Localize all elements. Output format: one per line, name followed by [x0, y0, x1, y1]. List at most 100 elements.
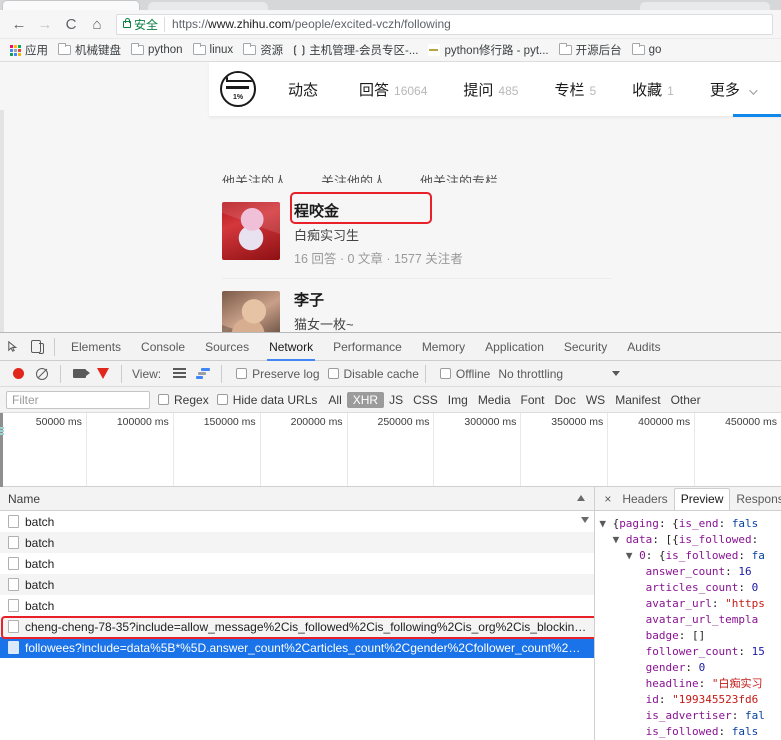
- tab-preview[interactable]: Preview: [673, 487, 731, 510]
- document-icon: [8, 557, 19, 570]
- bookmark-apps[interactable]: 应用: [5, 42, 53, 58]
- address-bar[interactable]: 安全 https://www.zhihu.com/people/excited-…: [116, 13, 773, 35]
- filter-type-manifest[interactable]: Manifest: [610, 393, 665, 407]
- json-line[interactable]: ▼ {paging: {is_end: fals: [599, 516, 781, 532]
- list-item[interactable]: 程咬金 白痴实习生 16 回答 · 0 文章 · 1577 关注者: [222, 190, 612, 268]
- subnav-item-followers[interactable]: 关注他的人: [321, 174, 386, 183]
- avatar[interactable]: [222, 291, 280, 332]
- table-row[interactable]: batch: [0, 553, 594, 574]
- checkbox-icon: [216, 394, 228, 405]
- browser-tab-active[interactable]: [2, 0, 140, 10]
- filter-button[interactable]: [91, 362, 115, 386]
- filter-type-doc[interactable]: Doc: [550, 393, 581, 407]
- table-row[interactable]: batch: [0, 595, 594, 616]
- tab-response[interactable]: Response: [730, 490, 781, 508]
- network-timeline-overview[interactable]: 50000 ms 100000 ms 150000 ms 200000 ms 2…: [0, 413, 781, 487]
- list-view-button[interactable]: [167, 362, 191, 386]
- user-name[interactable]: 程咬金: [294, 202, 463, 222]
- json-preview-tree[interactable]: ▼ {paging: {is_end: fals ▼ data: [{is_fo…: [595, 511, 781, 740]
- offline-checkbox[interactable]: Offline: [439, 367, 490, 381]
- reload-icon[interactable]: C: [58, 11, 84, 37]
- inspect-element-icon[interactable]: [0, 335, 24, 359]
- expand-triangle-icon[interactable]: ▼: [626, 549, 633, 562]
- forward-icon[interactable]: →: [32, 11, 58, 37]
- bookmark-folder-keyboard[interactable]: 机械键盘: [53, 42, 126, 58]
- tab-columns[interactable]: 专栏 5: [536, 79, 614, 100]
- user-name[interactable]: 李子: [294, 291, 455, 311]
- avatar[interactable]: [222, 202, 280, 260]
- waterfall-view-button[interactable]: [191, 362, 215, 386]
- bookmark-folder-opensource[interactable]: 开源后台: [554, 42, 627, 58]
- document-icon: [8, 578, 19, 591]
- filter-type-all[interactable]: All: [323, 393, 346, 407]
- back-icon[interactable]: ←: [6, 11, 32, 37]
- filter-type-xhr[interactable]: XHR: [346, 391, 385, 408]
- table-row-selected[interactable]: followees?include=data%5B*%5D.answer_cou…: [0, 637, 595, 658]
- tick-label: 200000 ms: [290, 416, 343, 428]
- chevron-down-icon[interactable]: [612, 371, 620, 376]
- tab-more[interactable]: 更多: [692, 79, 765, 100]
- record-button[interactable]: [6, 362, 30, 386]
- tab-answers[interactable]: 回答 16064: [341, 79, 445, 100]
- bookmark-folder-python[interactable]: python: [126, 43, 188, 56]
- expand-triangle-icon[interactable]: ▼: [599, 517, 606, 530]
- filter-type-ws[interactable]: WS: [581, 393, 610, 407]
- tab-performance[interactable]: Performance: [323, 333, 412, 361]
- subnav-item-followees[interactable]: 他关注的人: [222, 174, 287, 183]
- json-line[interactable]: ▼ 0: {is_followed: fa: [599, 548, 781, 564]
- bookmark-folder-go[interactable]: go: [627, 43, 667, 56]
- filter-input[interactable]: Filter: [6, 390, 150, 409]
- sort-ascending-icon[interactable]: [577, 495, 586, 501]
- filter-type-css[interactable]: CSS: [408, 393, 443, 407]
- bookmark-folder-linux[interactable]: linux: [188, 43, 239, 56]
- zhihu-logo-avatar[interactable]: 1%: [220, 71, 256, 107]
- tab-audits[interactable]: Audits: [617, 333, 670, 361]
- toggle-device-toolbar-icon[interactable]: [24, 335, 48, 359]
- tab-headers[interactable]: Headers: [616, 490, 673, 508]
- expand-triangle-icon[interactable]: ▼: [613, 533, 620, 546]
- bookmark-folder-resources[interactable]: 资源: [238, 42, 288, 58]
- tab-questions[interactable]: 提问 485: [445, 79, 536, 100]
- tab-application[interactable]: Application: [475, 333, 554, 361]
- list-item[interactable]: 李子 猫女一枚~ 11 回答 · 0 文章 · 283 关注者: [222, 278, 612, 332]
- tab-elements[interactable]: Elements: [61, 333, 131, 361]
- regex-checkbox[interactable]: Regex: [158, 393, 209, 407]
- filter-type-media[interactable]: Media: [473, 393, 516, 407]
- home-icon[interactable]: ⌂: [84, 11, 110, 37]
- browser-toolbar: ← → C ⌂ 安全 https://www.zhihu.com/people/…: [0, 10, 781, 39]
- bookmark-host-admin[interactable]: ❲❳ 主机管理-会员专区-...: [288, 42, 423, 58]
- json-line: is_followed: fals: [645, 725, 759, 738]
- tab-console[interactable]: Console: [131, 333, 195, 361]
- browser-tab-2[interactable]: [148, 2, 268, 10]
- filter-type-font[interactable]: Font: [516, 393, 550, 407]
- clear-button[interactable]: [30, 362, 54, 386]
- hide-data-urls-checkbox[interactable]: Hide data URLs: [216, 393, 317, 407]
- tab-activity[interactable]: 动态: [270, 79, 341, 100]
- table-row[interactable]: batch: [0, 511, 594, 532]
- disable-cache-checkbox[interactable]: Disable cache: [327, 367, 419, 381]
- screenshot-button[interactable]: [67, 362, 91, 386]
- table-row[interactable]: batch: [0, 532, 595, 553]
- browser-tab-3[interactable]: [640, 2, 770, 10]
- tab-memory[interactable]: Memory: [412, 333, 475, 361]
- bookmark-python-blog[interactable]: python修行路 - pyt...: [423, 42, 553, 58]
- tab-sources[interactable]: Sources: [195, 333, 259, 361]
- bookmarks-bar: 应用 机械键盘 python linux 资源 ❲❳ 主机管理-会员专区-...…: [0, 39, 781, 62]
- scroll-down-icon[interactable]: [581, 517, 590, 523]
- filter-type-img[interactable]: Img: [443, 393, 473, 407]
- tab-collections[interactable]: 收藏 1: [614, 79, 692, 100]
- column-header-name: Name: [8, 491, 41, 506]
- tab-network[interactable]: Network: [259, 333, 323, 361]
- filter-type-js[interactable]: JS: [384, 393, 408, 407]
- page-scrollbar[interactable]: [0, 110, 4, 332]
- tab-security[interactable]: Security: [554, 333, 617, 361]
- json-line[interactable]: ▼ data: [{is_followed:: [599, 532, 781, 548]
- table-row[interactable]: batch: [0, 574, 595, 595]
- filter-type-other[interactable]: Other: [666, 393, 706, 407]
- request-table-header[interactable]: Name: [0, 487, 595, 511]
- preserve-log-checkbox[interactable]: Preserve log: [236, 367, 320, 381]
- table-row[interactable]: cheng-cheng-78-35?include=allow_message%…: [0, 616, 595, 637]
- throttling-select[interactable]: No throttling: [498, 367, 563, 381]
- close-icon[interactable]: ×: [599, 492, 616, 506]
- subnav-item-columns[interactable]: 他关注的专栏: [420, 174, 498, 183]
